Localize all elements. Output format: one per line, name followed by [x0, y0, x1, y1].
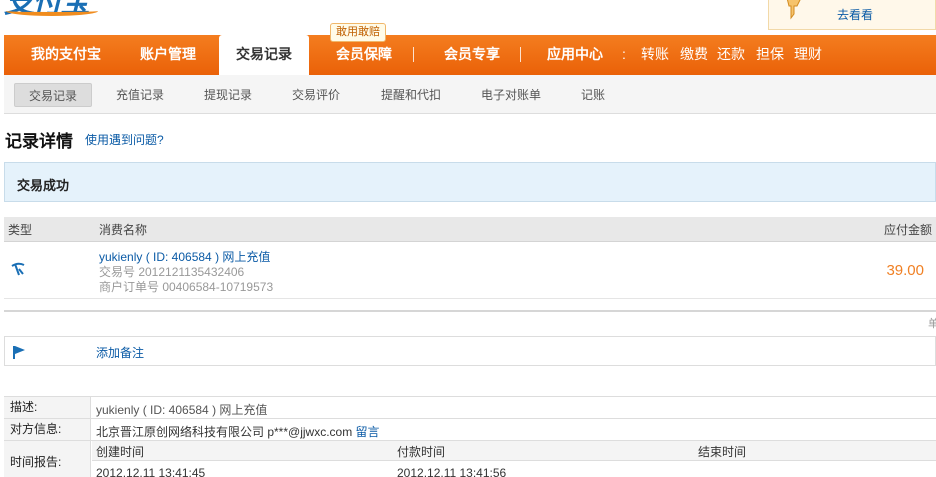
- note-bar: 添加备注: [4, 336, 936, 366]
- party-value: 北京晋江原创网络科技有限公司 p***@jjwxc.com 留言: [96, 423, 380, 440]
- subnav-recharge[interactable]: 充值记录: [102, 83, 178, 107]
- logo-swoosh: [6, 6, 98, 16]
- main-nav: 我的支付宝 账户管理 交易记录 会员保障 会员专享 应用中心 : 转账 缴费 还…: [4, 35, 936, 76]
- info-row-time: 时间报告: 创建时间 付款时间 结束时间 2012.12.11 13:41:45…: [4, 441, 936, 477]
- th-name: 消费名称: [99, 223, 148, 237]
- amount-value: 39.00: [886, 262, 924, 279]
- table-row: yukienly ( ID: 406584 ) 网上充值 交易号 2012121…: [4, 243, 936, 299]
- megaphone-icon: [786, 0, 801, 20]
- end-time-header: 结束时间: [698, 445, 747, 459]
- promo-box: 去看看: [768, 0, 936, 30]
- nav-separator: [413, 47, 414, 62]
- promo-badge[interactable]: 敢用敢赔: [330, 23, 386, 42]
- th-type: 类型: [8, 223, 33, 237]
- th-amount: 应付金额: [883, 223, 932, 237]
- promo-link[interactable]: 去看看: [837, 6, 873, 23]
- paid-time: 2012.12.11 13:41:56: [397, 466, 507, 477]
- subnav-reviews[interactable]: 交易评价: [278, 83, 354, 107]
- info-row-desc: 描述: yukienly ( ID: 406584 ) 网上充值: [4, 397, 936, 419]
- subnav-reminders[interactable]: 提醒和代扣: [366, 83, 456, 107]
- nav-apps[interactable]: 应用中心: [530, 35, 620, 75]
- created-time: 2012.12.11 13:41:45: [96, 466, 206, 477]
- info-row-party: 对方信息: 北京晋江原创网络科技有限公司 p***@jjwxc.com 留言: [4, 419, 936, 441]
- nav-guarantee[interactable]: 担保: [756, 35, 784, 75]
- sub-nav: 交易记录 充值记录 提现记录 交易评价 提醒和代扣 电子对账单 记账: [4, 75, 936, 114]
- status-text: 交易成功: [17, 178, 70, 193]
- flag-icon: [13, 346, 25, 359]
- desc-label: 描述:: [4, 397, 91, 418]
- subnav-bookkeeping[interactable]: 记账: [568, 83, 618, 107]
- alipay-logo[interactable]: 支付宝: [4, 0, 100, 20]
- paid-time-header: 付款时间: [397, 445, 446, 459]
- order-number: 商户订单号 00406584-10719573: [99, 280, 274, 294]
- nav-repay[interactable]: 还款: [717, 35, 745, 75]
- page-title: 记录详情: [5, 132, 73, 151]
- alipay-type-icon: [11, 262, 25, 276]
- add-note-link[interactable]: 添加备注: [96, 344, 144, 361]
- nav-colon: :: [622, 46, 626, 62]
- help-link[interactable]: 使用遇到问题?: [85, 131, 164, 148]
- status-box: 交易成功: [4, 162, 936, 202]
- created-time-header: 创建时间: [96, 445, 145, 459]
- party-label: 对方信息:: [4, 419, 91, 440]
- message-link[interactable]: 留言: [356, 425, 380, 439]
- subnav-withdraw[interactable]: 提现记录: [190, 83, 266, 107]
- time-label: 时间报告:: [4, 441, 91, 477]
- nav-account[interactable]: 账户管理: [120, 35, 216, 75]
- subnav-statements[interactable]: 电子对账单: [466, 83, 556, 107]
- section-divider: [4, 310, 936, 312]
- party-info: 北京晋江原创网络科技有限公司 p***@jjwxc.com: [96, 425, 353, 439]
- nav-finance[interactable]: 理财: [794, 35, 822, 75]
- nav-my-alipay[interactable]: 我的支付宝: [14, 35, 118, 75]
- table-header: 类型 消费名称 应付金额: [4, 217, 936, 242]
- info-table: 描述: yukienly ( ID: 406584 ) 网上充值 对方信息: 北…: [4, 396, 936, 477]
- nav-transactions[interactable]: 交易记录: [219, 35, 309, 76]
- nav-separator: [520, 47, 521, 62]
- nav-pay-bills[interactable]: 缴费: [680, 35, 708, 75]
- nav-transfer[interactable]: 转账: [641, 35, 669, 75]
- desc-value: yukienly ( ID: 406584 ) 网上充值: [96, 403, 268, 417]
- time-header: 创建时间 付款时间 结束时间: [92, 441, 936, 461]
- nav-member[interactable]: 会员专享: [424, 35, 520, 75]
- subnav-transactions[interactable]: 交易记录: [14, 83, 92, 107]
- corner-text: 单: [928, 318, 936, 330]
